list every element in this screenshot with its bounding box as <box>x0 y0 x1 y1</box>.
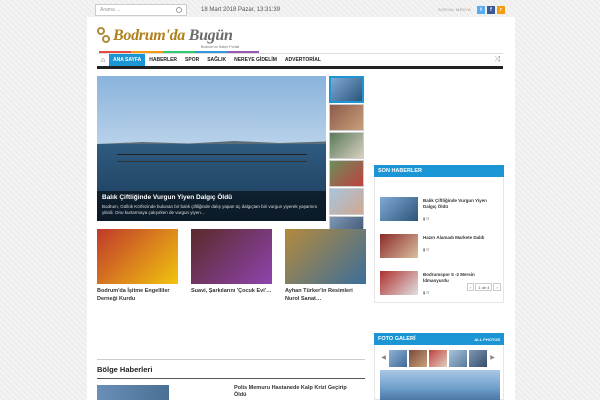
comment-count-value: 0 <box>426 290 429 295</box>
latest-news-header: SON HABERLER <box>374 165 504 177</box>
search-placeholder: Arama ... <box>100 6 121 13</box>
nav-item-2[interactable]: HABERLER <box>145 54 181 66</box>
home-icon[interactable]: ⌂ <box>97 54 109 66</box>
logo-title: Bodrum'da Bugün <box>113 27 233 45</box>
hero-thumbnails <box>329 76 365 243</box>
latest-news-item[interactable]: Bodrumspor 5 -2 Mersin İdmanyurdu ▮ 0 <box>380 271 502 299</box>
facebook-icon[interactable]: f <box>487 5 495 14</box>
ad-space <box>374 76 504 156</box>
hero-summary: Bodrum, Güllük Körfezinde bulunan bir ba… <box>102 204 318 215</box>
photo-gallery: ◀ ▶ <box>374 345 504 400</box>
news-card-title[interactable]: Suavi, Şarkılarını 'Çocuk Evi'… <box>191 288 272 296</box>
hero-thumbnail[interactable] <box>329 132 364 159</box>
comment-count-value: 0 <box>426 216 429 221</box>
main-nav: ⌂ ANA SAYFA HABERLER SPOR SAĞLIK NEREYE GİDE… <box>97 53 503 66</box>
hero-image-fish-pens <box>117 154 307 162</box>
gallery-prev-icon[interactable]: ◀ <box>380 349 387 367</box>
latest-news-title[interactable]: Balık Çiftliğinde Vurgun Yiyen Dalgıç Öl… <box>423 198 501 211</box>
regional-news-title[interactable]: Polis Memuru Hastanede Kalp Krizi Geçiri… <box>234 385 354 400</box>
nav-item-1[interactable]: ANA SAYFA <box>109 54 146 66</box>
latest-news-item[interactable]: Balık Çiftliğinde Vurgun Yiyen Dalgıç Öl… <box>380 197 502 225</box>
current-datetime: 18 Mart 2018 Pazar, 13:31:39 <box>201 6 281 13</box>
photo-gallery-header: FOTO GALERİ ALL PHOTOS <box>374 333 504 345</box>
latest-news-image[interactable] <box>380 197 418 221</box>
news-card-image[interactable] <box>97 229 178 284</box>
gallery-main-image[interactable] <box>380 370 500 400</box>
latest-news-image[interactable] <box>380 234 418 258</box>
gallery-thumbnail[interactable] <box>409 349 427 367</box>
hero-slider[interactable]: Balık Çiftliğinde Vurgun Yiyen Dalgıç Öl… <box>97 76 326 221</box>
nav-item-4[interactable]: SAĞLIK <box>203 54 230 66</box>
gallery-thumbnail[interactable] <box>469 349 487 367</box>
comment-count: ▮ 0 <box>423 216 429 221</box>
comment-count: ▮ 0 <box>423 247 429 252</box>
regional-news-image[interactable] <box>97 385 169 400</box>
gallery-thumbnail[interactable] <box>429 349 447 367</box>
logo-icon <box>97 27 111 45</box>
page-container: Bodrum'da Bugün Bodrum'un Haber Portalı … <box>87 17 515 400</box>
latest-news-image[interactable] <box>380 271 418 295</box>
nav-item-6[interactable]: ADVERTORİAL <box>281 54 325 66</box>
shuffle-icon[interactable]: ⤨ <box>494 56 500 64</box>
logo-title-part-b: Bugün <box>188 27 233 44</box>
hero-title[interactable]: Balık Çiftliğinde Vurgun Yiyen Dalgıç Öl… <box>102 194 321 201</box>
news-card[interactable]: Bodrum'da İşitme Engelliler Derneği Kurd… <box>97 229 178 303</box>
hero-thumbnail[interactable] <box>329 104 364 131</box>
gallery-thumbnail[interactable] <box>449 349 467 367</box>
hero-thumbnail[interactable] <box>329 160 364 187</box>
comment-count: ▮ 0 <box>423 290 429 295</box>
nav-item-3[interactable]: SPOR <box>181 54 203 66</box>
hero-image-sky <box>97 76 326 146</box>
news-card-title[interactable]: Ayhan Türker'in Resimleri Nurol Sanat… <box>285 288 366 303</box>
regional-news-divider <box>97 378 365 379</box>
hero-thumbnail[interactable] <box>329 188 364 215</box>
news-card[interactable]: Ayhan Türker'in Resimleri Nurol Sanat… <box>285 229 366 303</box>
latest-news-title: SON HABERLER <box>378 168 423 174</box>
search-icon[interactable] <box>176 6 182 13</box>
logo-subtitle: Bodrum'un Haber Portalı <box>201 45 240 49</box>
latest-news-list: ‹ 1 de 4 › Balık Çiftliğinde Vurgun Yiye… <box>374 177 504 303</box>
photo-gallery-title: FOTO GALERİ <box>378 336 416 342</box>
latest-news-title[interactable]: Hazırı Alamadı Markete Daldı <box>423 235 501 241</box>
gallery-thumbnail[interactable] <box>389 349 407 367</box>
rss-icon[interactable]: r <box>497 5 505 14</box>
all-photos-link[interactable]: ALL PHOTOS <box>474 337 500 342</box>
twitter-icon[interactable]: t <box>477 5 485 14</box>
news-card-image[interactable] <box>191 229 272 284</box>
gallery-strip: ◀ ▶ <box>380 349 500 367</box>
nav-divider <box>97 66 503 69</box>
nav-item-5[interactable]: NEREYE GİDELİM <box>230 54 281 66</box>
logo-title-part-a: Bodrum'da <box>113 27 185 44</box>
hero-thumbnail[interactable] <box>329 76 364 103</box>
comment-count-value: 0 <box>426 247 429 252</box>
gallery-next-icon[interactable]: ▶ <box>489 349 496 367</box>
news-card[interactable]: Suavi, Şarkılarını 'Çocuk Evi'… <box>191 229 272 303</box>
latest-news-title[interactable]: Bodrumspor 5 -2 Mersin İdmanyurdu <box>423 272 501 285</box>
hero-caption: Balık Çiftliğinde Vurgun Yiyen Dalgıç Öl… <box>97 191 326 221</box>
social-label: SOSYAL MEDYA <box>437 7 471 12</box>
top-bar: Arama ... 18 Mart 2018 Pazar, 13:31:39 S… <box>95 2 505 17</box>
search-input[interactable]: Arama ... <box>95 3 187 16</box>
site-logo[interactable]: Bodrum'da Bugün <box>97 27 233 45</box>
social-links: tfr <box>475 5 505 14</box>
regional-news-heading: Bölge Haberleri <box>97 359 365 374</box>
news-card-image[interactable] <box>285 229 366 284</box>
news-card-title[interactable]: Bodrum'da İşitme Engelliler Derneği Kurd… <box>97 288 178 303</box>
latest-news-item[interactable]: Hazırı Alamadı Markete Daldı ▮ 0 <box>380 234 502 262</box>
news-cards: Bodrum'da İşitme Engelliler Derneği Kurd… <box>97 229 366 303</box>
